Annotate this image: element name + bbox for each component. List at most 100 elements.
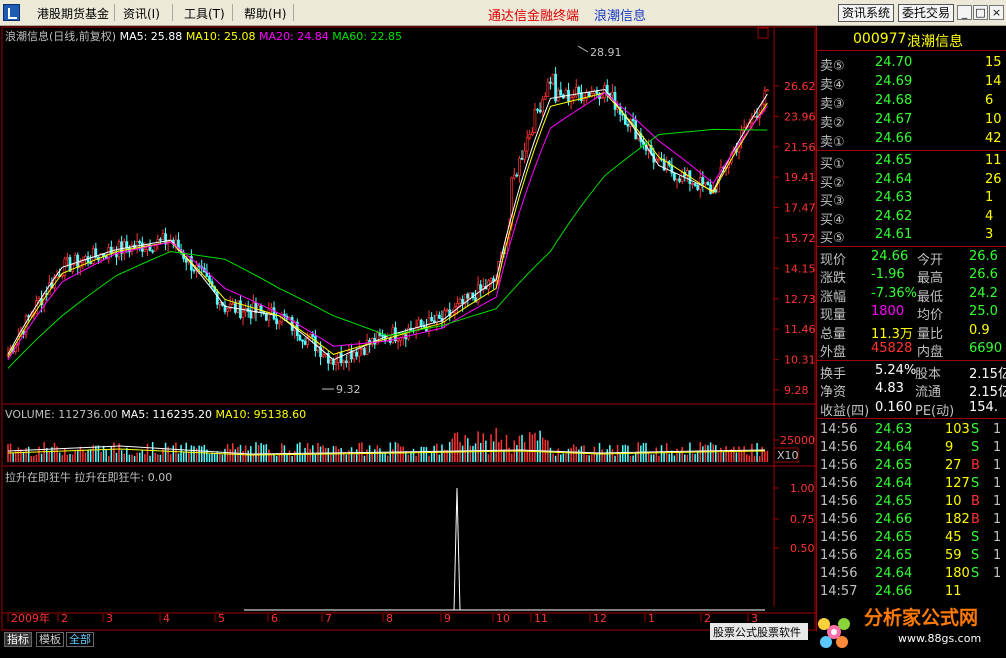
stat-label: 内盘: [917, 345, 944, 360]
month-label: 5: [218, 612, 225, 625]
stat-row: 现量 1800 均价 25.0: [817, 303, 1006, 323]
minimize-button[interactable]: _: [957, 5, 972, 20]
order-volume: 26: [985, 171, 1002, 187]
menu-tools[interactable]: 工具(T): [184, 5, 225, 22]
order-price: 24.70: [875, 55, 913, 70]
app-title: 通达信金融终端: [488, 9, 580, 24]
tick-price: 24.65: [875, 494, 913, 509]
stat-label: 今开: [917, 252, 944, 268]
candle-up: [71, 264, 74, 272]
candle-up: [528, 133, 532, 139]
menu-help[interactable]: 帮助(H): [244, 5, 286, 22]
candle-down: [192, 269, 196, 272]
stat-row: 现价 24.66 今开 26.6: [817, 248, 1006, 268]
order-label: 买⑤: [820, 231, 845, 246]
tab-indicator[interactable]: 指标: [4, 632, 32, 647]
month-label: 9: [444, 612, 451, 625]
candle-up: [66, 257, 69, 260]
fin-value: 2.15亿: [969, 385, 1006, 400]
sell-row: 卖④ 24.69 14: [817, 73, 1006, 93]
tick-side: S: [971, 548, 980, 563]
watermark-logo: 分析家公式网 www.88gs.com: [806, 600, 1006, 658]
candle-up: [342, 360, 346, 364]
candle-down: [339, 352, 343, 364]
order-label: 买③: [820, 194, 845, 209]
maximize-button[interactable]: □: [973, 5, 988, 20]
menu-info[interactable]: 资讯(I): [123, 5, 160, 22]
tick-price: 24.66: [875, 584, 913, 599]
tick-count: 1: [993, 530, 1002, 545]
ma60-legend: MA60: 22.85: [332, 30, 402, 43]
candle-down: [595, 90, 599, 95]
indicator-signal-spike: [453, 487, 461, 611]
menu-hk-futures-funds[interactable]: 港股期货基金: [37, 5, 109, 22]
tick-side: B: [971, 458, 980, 473]
candle-down: [678, 178, 681, 182]
tick-row: 14:56 24.65 27 B 1: [817, 457, 1006, 475]
chart-area[interactable]: 26.62 23.96 21.56 19.41 17.47 15.72 14.15 12.73…: [0, 26, 816, 631]
candle-up: [252, 302, 255, 319]
volume-legend: VOLUME: 112736.00: [5, 408, 118, 421]
candle-down: [381, 335, 384, 337]
tick-time: 14:56: [820, 440, 858, 455]
ma20-line: [7, 92, 768, 361]
candle-down: [701, 177, 705, 185]
info-system-button[interactable]: 资讯系统: [838, 4, 895, 22]
candle-up: [753, 116, 756, 118]
candle-down: [520, 157, 524, 160]
order-price: 24.67: [875, 112, 913, 127]
order-volume: 3: [985, 227, 994, 242]
order-volume: 4: [985, 208, 994, 224]
ma5-line: [7, 88, 768, 361]
tab-all[interactable]: 全部: [66, 632, 94, 647]
tick-time: 14:56: [820, 422, 858, 437]
buy-row: 买① 24.65 11: [817, 152, 1006, 172]
month-label: 6: [271, 612, 278, 625]
app-logo-icon[interactable]: [3, 4, 20, 21]
tick-price: 24.64: [875, 476, 913, 491]
candle-up: [357, 348, 361, 357]
fin-row: 净资 4.83 流通 2.15亿: [817, 380, 1006, 400]
order-label: 卖③: [820, 97, 845, 112]
tick-side: B: [971, 512, 980, 527]
candle-up: [533, 108, 537, 133]
order-label: 卖①: [820, 135, 845, 150]
tick-count: 1: [993, 458, 1002, 473]
month-label: 4: [163, 612, 170, 625]
candle-up: [228, 303, 232, 310]
quote-title: 000977 浪潮信息: [817, 30, 1006, 50]
candle-down: [479, 284, 483, 291]
order-price: 24.69: [875, 74, 913, 89]
order-price: 24.66: [875, 131, 913, 146]
candle-up: [218, 302, 222, 305]
tick-time: 14:56: [820, 548, 858, 563]
price-tick-label: 9.28: [784, 384, 809, 397]
tick-count: 1: [993, 548, 1002, 563]
close-button[interactable]: ×: [989, 5, 1004, 20]
tick-side: S: [971, 422, 980, 437]
divider: [817, 245, 1006, 247]
quote-panel: 000977 浪潮信息 卖⑤ 24.70 15 卖④ 24.69 14 卖③ 24.68 6 卖②…: [816, 26, 1006, 631]
candle-down: [215, 291, 219, 305]
ma20-legend: MA20: 24.84: [259, 30, 329, 43]
tab-template[interactable]: 模板: [36, 632, 64, 647]
candle-down: [275, 318, 278, 325]
price-tick-label: 23.96: [784, 110, 816, 123]
tick-volume: 27: [945, 458, 962, 473]
trade-button[interactable]: 委托交易: [898, 4, 955, 22]
tick-price: 24.65: [875, 458, 913, 473]
fin-label: 收益(四): [820, 403, 870, 419]
tick-count: 1: [993, 422, 1002, 437]
fin-value: 5.24%: [875, 362, 917, 378]
tick-row: 14:56 24.64 180 S 1: [817, 565, 1006, 583]
candle-up: [135, 241, 139, 249]
kline-chart[interactable]: 26.62 23.96 21.56 19.41 17.47 15.72 14.15 12.73…: [0, 26, 816, 631]
tick-count: 1: [993, 494, 1002, 509]
candle-up: [603, 84, 607, 98]
candle-down: [303, 340, 307, 345]
order-price: 24.65: [875, 153, 913, 168]
candle-up: [445, 309, 449, 312]
tick-count: 1: [993, 440, 1002, 455]
candle-down: [559, 89, 563, 96]
tick-price: 24.66: [875, 512, 913, 527]
